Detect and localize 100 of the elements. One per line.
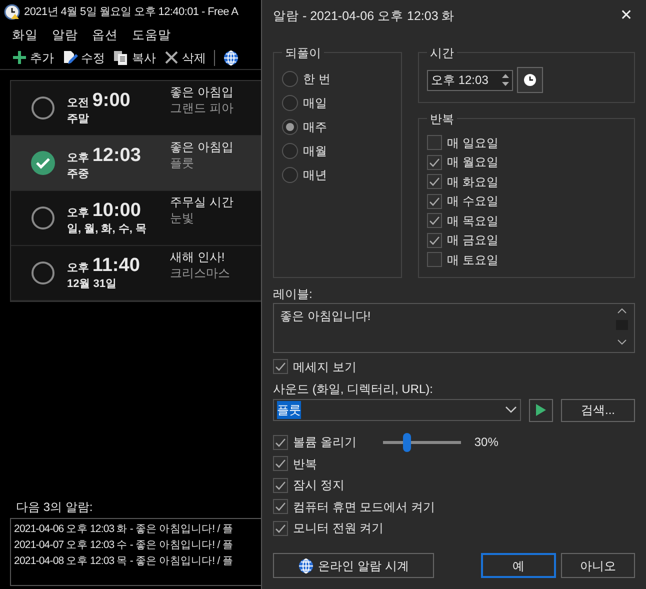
radio-label: 매년 [303,167,327,184]
browse-button[interactable]: 검색... [561,398,635,422]
sound-name: 크리스마스 [170,265,230,282]
label-field[interactable]: 좋은 아침입니다! [273,303,635,353]
radio-label: 매주 [303,119,327,136]
checkbox[interactable] [273,359,288,374]
checkbox[interactable] [273,478,288,493]
checkbox[interactable] [273,434,288,450]
documents-icon [113,50,129,66]
radio-button[interactable] [282,95,298,111]
play-button[interactable] [529,398,553,422]
upcoming-caption: 다음 3의 알람: [16,500,93,514]
play-icon [536,404,546,416]
dialog-title: 알람 - 2021-04-06 오후 12:03 화 [273,8,455,25]
days-text: 일, 월, 화, 수, 목 [67,222,146,235]
checkbox-label: 매 목요일 [447,212,498,230]
close-button[interactable]: ✕ [618,4,635,28]
upcoming-entry: 2021-04-08 오후 12:03 목 - 좋은 아침입니다! / 플 [14,554,233,568]
checkbox-label: 볼륨 올리기 [293,434,356,452]
alarm-time: 9:00 [92,90,130,111]
period-text: 오후 [67,152,89,164]
plus-icon [12,50,27,65]
empty-circle-icon[interactable] [31,261,55,285]
checkbox-label: 매 화요일 [447,174,498,191]
menu-item[interactable]: 화일 [12,26,38,44]
sound-name: 눈빛 [170,210,195,226]
checkbox-label: 반복 [293,456,317,473]
alarm-row[interactable]: 오후 12:03 주중 좋은 아침입 플룻 [11,136,261,191]
alarm-time: 12:03 [92,144,141,166]
upcoming-entry: 2021-04-06 오후 12:03 화 - 좋은 아침입니다! / 플 [14,522,233,537]
upcoming-entry: 2021-04-07 오후 12:03 수 - 좋은 아침입니다! / 플 [14,538,233,553]
checkbox[interactable] [427,213,442,228]
checkbox-label: 매 수요일 [447,193,498,210]
checkbox[interactable] [427,154,442,170]
radio-button[interactable] [282,167,298,183]
menu-item[interactable]: 알람 [52,26,78,44]
globe-icon [298,558,314,574]
time-field[interactable]: 오후 12:03 [427,70,513,90]
sound-name: 플룻 [170,155,195,172]
radio-button[interactable] [282,119,298,135]
menu-item[interactable]: 옵션 [92,26,118,44]
copy-button[interactable]: 복사 [113,48,156,66]
checkbox-label: 컴퓨터 휴면 모드에서 켜기 [293,498,436,516]
app-clock-icon [4,4,20,20]
checkbox[interactable] [273,499,288,514]
alarm-label: 주무실 시간 [170,194,234,210]
checkbox-label: 메세지 보기 [293,358,356,376]
add-button[interactable]: 추가 [12,48,54,66]
window-title: 2021년 4월 5일 월요일 오후 12:40:01 - Free A [24,4,238,20]
edit-button[interactable]: 수정 [62,48,105,66]
sound-name: 그랜드 피아 [170,100,234,116]
checkbox[interactable] [273,456,288,472]
globe-button[interactable] [223,50,239,66]
volume-reading: 30% [474,434,498,452]
cancel-button[interactable]: 아니오 [561,553,635,578]
chevron-down-icon [505,406,517,414]
period-text: 오후 [67,262,89,274]
checkbox-label: 잠시 정지 [293,477,344,494]
checkbox[interactable] [427,252,442,268]
empty-circle-icon[interactable] [31,96,55,120]
checkbox-label: 매 일요일 [447,134,498,152]
pencil-icon [62,50,78,66]
radio-label: 매월 [303,143,327,160]
radio-label: 한 번 [303,71,330,88]
label-text: 좋은 아침입니다! [280,308,371,325]
checkbox-label: 매 토요일 [447,252,498,269]
check-circle-icon[interactable] [31,151,55,175]
checkbox-label: 매 금요일 [447,232,498,250]
period-text: 오후 [67,206,89,219]
days-text: 주말 [67,112,89,125]
radio-label: 매일 [303,95,327,112]
radio-button[interactable] [282,71,298,87]
alarm-label: 좋은 아침입 [170,84,234,100]
delete-button[interactable]: 삭제 [164,48,206,66]
label-caption: 레이블: [273,287,312,301]
menu-item[interactable]: 도움말 [132,26,171,44]
spinner-icon[interactable] [502,73,509,87]
sound-dropdown[interactable]: 플룻 [273,399,521,421]
online-clock-button[interactable]: 온라인 알람 시계 [273,553,434,578]
clock-button[interactable] [517,67,543,93]
divider [214,50,215,66]
checkbox[interactable] [427,135,442,150]
checkbox[interactable] [427,174,442,190]
sound-caption: 사운드 (화일, 디렉터리, URL): [273,382,434,396]
checkbox[interactable] [427,232,442,248]
alarm-time: 10:00 [92,200,141,221]
alarm-time: 11:40 [92,254,140,276]
radio-button[interactable] [282,143,298,159]
checkbox-label: 모니터 전원 켜기 [293,520,384,538]
ok-button[interactable]: 예 [481,553,556,578]
checkbox[interactable] [427,194,442,209]
period-text: 오전 [67,96,89,109]
checkbox[interactable] [273,520,288,536]
alarm-label: 새해 인사! [170,249,226,266]
slider-thumb[interactable] [402,432,411,452]
globe-icon [223,50,239,66]
x-icon [164,50,179,65]
days-text: 주중 [67,168,89,180]
empty-circle-icon[interactable] [31,206,55,230]
checkbox-label: 매 월요일 [447,154,498,172]
